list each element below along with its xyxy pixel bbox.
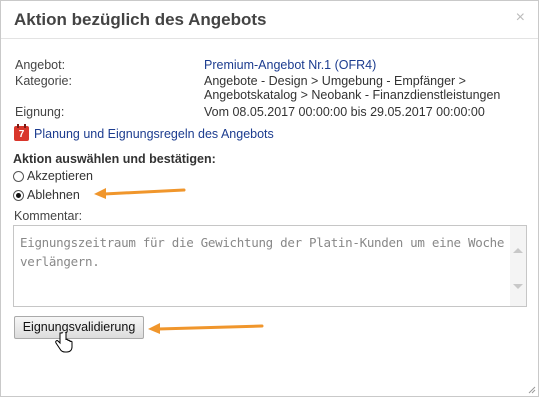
offer-value: Premium-Angebot Nr.1 (OFR4) [204, 58, 377, 72]
close-icon[interactable]: × [516, 9, 525, 27]
planning-link[interactable]: Planung und Eignungsregeln des Angebots [34, 127, 274, 141]
radio-accept-button[interactable] [13, 170, 24, 182]
radio-accept[interactable]: Akzeptieren [13, 169, 93, 183]
action-heading: Aktion auswählen und bestätigen: [13, 152, 216, 166]
comment-text[interactable]: Eignungszeitraum für die Gewichtung der … [20, 233, 506, 271]
annotation-arrow-icon [148, 323, 264, 334]
comment-textarea[interactable]: Eignungszeitraum für die Gewichtung der … [13, 225, 527, 307]
textarea-scrollbar[interactable] [510, 226, 526, 306]
offer-action-dialog: Aktion bezüglich des Angebots × Angebot:… [0, 0, 539, 397]
annotation-arrow-icon [94, 188, 186, 199]
hand-cursor-icon [55, 332, 73, 353]
offer-label: Angebot: [15, 58, 66, 72]
radio-reject[interactable]: Ablehnen [13, 188, 80, 202]
dialog-title: Aktion bezüglich des Angebots [14, 10, 267, 29]
scroll-up-icon[interactable] [513, 248, 523, 253]
comment-label: Kommentar: [14, 209, 83, 223]
category-value-line1: Angebote - Design > Umgebung - Empfänger… [204, 74, 466, 88]
category-value-line2: Angebotskatalog > Neobank - Finanzdienst… [204, 88, 501, 102]
dialog-header: Aktion bezüglich des Angebots × [1, 1, 538, 39]
calendar-icon: 7 [14, 124, 29, 141]
radio-accept-label[interactable]: Akzeptieren [27, 169, 93, 183]
resize-handle-icon[interactable] [528, 386, 536, 394]
eligibility-value: Vom 08.05.2017 00:00:00 bis 29.05.2017 0… [204, 105, 485, 119]
radio-reject-button[interactable] [13, 189, 24, 201]
radio-reject-label[interactable]: Ablehnen [27, 188, 80, 202]
validate-eligibility-button[interactable]: Eignungsvalidierung [14, 316, 144, 339]
category-label: Kategorie: [15, 74, 72, 88]
scroll-down-icon[interactable] [513, 284, 523, 289]
planning-link-row[interactable]: 7 Planung und Eignungsregeln des Angebot… [14, 124, 274, 141]
eligibility-label: Eignung: [15, 105, 65, 119]
calendar-icon-day: 7 [18, 129, 25, 140]
